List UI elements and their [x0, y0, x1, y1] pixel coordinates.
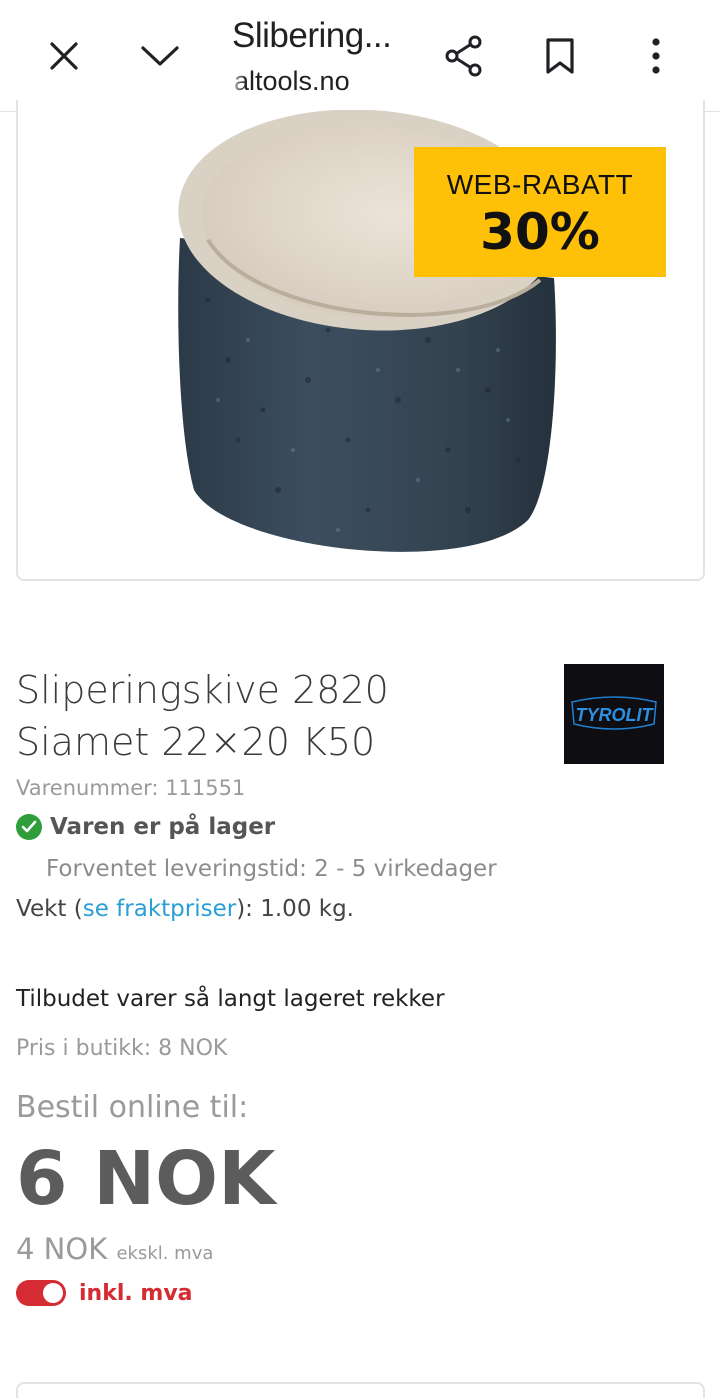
sku: Varenummer: 111551	[16, 776, 245, 800]
check-circle-icon	[16, 814, 42, 840]
discount-badge: WEB-RABATT 30%	[414, 147, 666, 277]
discount-label: WEB-RABATT	[446, 169, 634, 200]
url-fade	[228, 60, 246, 100]
page-url[interactable]: altools.no	[234, 66, 350, 97]
order-online-label: Bestil online til:	[16, 1090, 249, 1125]
offer-note: Tilbudet varer så langt lageret rekker	[16, 986, 445, 1012]
share-button[interactable]	[436, 28, 492, 84]
close-icon	[50, 42, 78, 70]
product-title-line1: Sliperingskive 2820	[16, 668, 389, 712]
store-price: Pris i butikk: 8 NOK	[16, 1036, 228, 1061]
online-price: 6 NOK	[16, 1136, 276, 1222]
page-title: Slibering...	[232, 16, 392, 55]
stock-status: Varen er på lager	[16, 814, 275, 840]
vat-toggle-row: inkl. mva	[16, 1280, 193, 1306]
next-section-card	[16, 1382, 705, 1398]
vat-toggle[interactable]	[16, 1280, 66, 1306]
price-ex-vat: 4 NOK ekskl. mva	[16, 1232, 213, 1266]
ex-vat-value: 4 NOK	[16, 1232, 108, 1266]
chevron-down-icon	[141, 46, 179, 66]
product-title-line2: Siamet 22×20 K50	[16, 720, 376, 764]
brand-name: TYROLIT	[576, 705, 655, 725]
more-button[interactable]	[628, 28, 684, 84]
shipping-prices-link[interactable]: se fraktpriser	[83, 896, 236, 922]
share-icon	[445, 35, 482, 77]
product-title: Sliperingskive 2820 Siamet 22×20 K50	[16, 664, 536, 768]
bookmark-button[interactable]	[532, 28, 588, 84]
brand-logo[interactable]: TYROLIT	[564, 664, 664, 764]
tyrolit-logo: TYROLIT	[571, 696, 657, 730]
delivery-time: Forventet leveringstid: 2 - 5 virkedager	[46, 856, 497, 882]
sku-value: 111551	[165, 776, 246, 800]
minimize-button[interactable]	[132, 28, 188, 84]
vat-toggle-label: inkl. mva	[79, 1280, 193, 1306]
weight-info: Vekt (se fraktpriser): 1.00 kg.	[16, 896, 354, 922]
discount-percent: 30%	[480, 203, 600, 261]
bookmark-icon	[546, 38, 574, 74]
stock-label: Varen er på lager	[50, 814, 276, 840]
weight-suffix: ): 1.00 kg.	[236, 896, 354, 922]
sku-label: Varenummer:	[16, 776, 159, 800]
toggle-knob	[43, 1283, 63, 1303]
close-button[interactable]	[36, 28, 92, 84]
ex-vat-label: ekskl. mva	[116, 1243, 214, 1264]
product-image-card[interactable]: WEB-RABATT 30%	[16, 100, 705, 581]
browser-toolbar: Slibering... altools.no	[0, 0, 720, 112]
more-vert-icon	[652, 38, 660, 74]
weight-prefix: Vekt (	[16, 896, 83, 922]
